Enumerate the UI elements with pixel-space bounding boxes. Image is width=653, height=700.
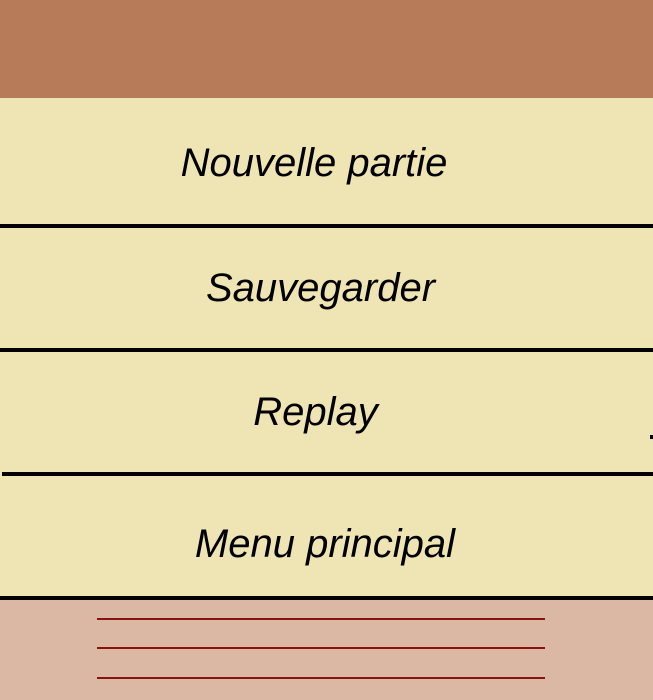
main-menu-label: Menu principal <box>194 522 456 566</box>
hamburger-line <box>97 618 545 620</box>
new-game-button[interactable]: Nouvelle partie <box>0 102 653 224</box>
top-bar <box>0 0 653 98</box>
hamburger-line <box>97 677 545 679</box>
new-game-label: Nouvelle partie <box>180 141 448 185</box>
hamburger-line <box>97 647 545 649</box>
replay-button[interactable]: Replay <box>0 352 653 472</box>
main-menu-button[interactable]: Menu principal <box>0 476 653 596</box>
bottom-panel[interactable] <box>0 600 653 700</box>
replay-label: Replay <box>253 390 378 434</box>
save-button[interactable]: Sauvegarder <box>0 228 653 348</box>
save-label: Sauvegarder <box>205 266 436 310</box>
